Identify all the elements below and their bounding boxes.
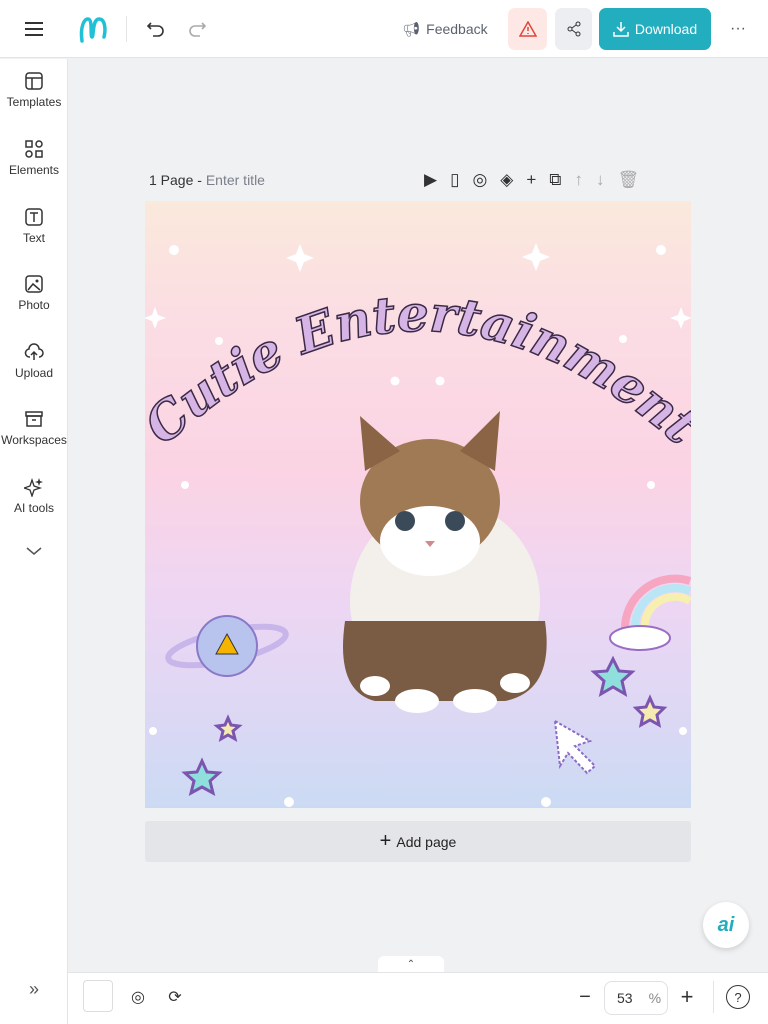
text-icon: [25, 208, 43, 226]
cursor-sticker: [553, 719, 597, 775]
templates-icon: [25, 72, 43, 90]
page-actions: ▶ ▯ ◎ ◈ + ⧉ ↑ ↓ 🗑︎: [424, 170, 639, 190]
sidebar-expand-more[interactable]: [0, 545, 68, 561]
move-down-icon[interactable]: ↓: [596, 170, 605, 190]
undo-icon[interactable]: [144, 16, 168, 42]
kitten-image: [343, 411, 547, 713]
megaphone-icon: 📢︎: [402, 20, 421, 37]
redo-icon[interactable]: [185, 16, 209, 42]
sparkle-icon: [24, 477, 43, 497]
share-icon: [567, 21, 580, 37]
sidebar-item-text[interactable]: Text: [0, 207, 68, 245]
workspaces-icon: [25, 411, 43, 427]
zoom-out-icon[interactable]: −: [574, 985, 596, 1009]
design-title: Cutie Entertainment: [145, 284, 691, 456]
history-icon[interactable]: ⟳: [163, 985, 187, 1009]
plus-icon: +: [379, 830, 392, 852]
help-icon[interactable]: ?: [726, 985, 750, 1009]
download-button[interactable]: Download: [599, 8, 711, 50]
duplicate-icon[interactable]: ⧉: [549, 170, 561, 190]
warning-button[interactable]: [508, 8, 547, 50]
warning-icon: [518, 21, 537, 37]
delete-icon[interactable]: 🗑︎: [617, 170, 639, 190]
ai-assistant-button[interactable]: ai: [703, 902, 749, 948]
rainbow-sticker: [609, 574, 691, 651]
menu-icon[interactable]: [20, 16, 48, 42]
top-toolbar: 📢︎ Feedback Download ···: [0, 0, 768, 58]
chevron-down-icon: [26, 547, 42, 555]
sidebar-item-photo[interactable]: Photo: [0, 274, 68, 312]
share-button[interactable]: [555, 8, 592, 50]
layers-icon[interactable]: ◎: [126, 985, 150, 1009]
download-icon: [613, 22, 629, 37]
page-thumbnail[interactable]: [83, 980, 113, 1012]
add-page-button[interactable]: + Add page: [145, 821, 691, 862]
logo-icon[interactable]: [76, 12, 110, 46]
sidebar: Templates Elements Text Photo Upload Wor…: [0, 59, 68, 1024]
sidebar-item-workspaces[interactable]: Workspaces: [0, 409, 68, 447]
sidebar-item-ai-tools[interactable]: AI tools: [0, 477, 68, 515]
collapse-sidebar-icon[interactable]: »: [0, 979, 68, 1000]
fill-icon[interactable]: ◈: [500, 170, 513, 190]
elements-icon: [25, 140, 43, 158]
more-options-icon[interactable]: ···: [724, 16, 752, 42]
add-icon[interactable]: +: [526, 170, 536, 190]
expand-pages-tab[interactable]: ⌃: [378, 956, 444, 972]
feedback-button[interactable]: 📢︎ Feedback: [400, 16, 490, 42]
zoom-in-icon[interactable]: +: [676, 984, 698, 1009]
photo-icon: [25, 275, 43, 293]
sidebar-item-templates[interactable]: Templates: [0, 71, 68, 109]
zoom-input[interactable]: 53%: [604, 981, 668, 1015]
planet-sticker: [165, 615, 289, 677]
page-title-input[interactable]: Enter title: [206, 172, 265, 188]
page-header: 1 Page - Enter title: [149, 172, 265, 188]
move-up-icon[interactable]: ↑: [574, 170, 583, 190]
sidebar-item-elements[interactable]: Elements: [0, 139, 68, 177]
upload-icon: [24, 343, 44, 360]
play-icon[interactable]: ▶: [424, 170, 437, 190]
design-canvas[interactable]: Cutie Entertainment: [145, 201, 691, 808]
page-icon[interactable]: ▯: [450, 170, 459, 190]
bottom-toolbar: ◎ ⟳ − 53% + ?: [68, 972, 768, 1024]
layers-icon[interactable]: ◎: [472, 170, 487, 190]
sidebar-item-upload[interactable]: Upload: [0, 342, 68, 380]
